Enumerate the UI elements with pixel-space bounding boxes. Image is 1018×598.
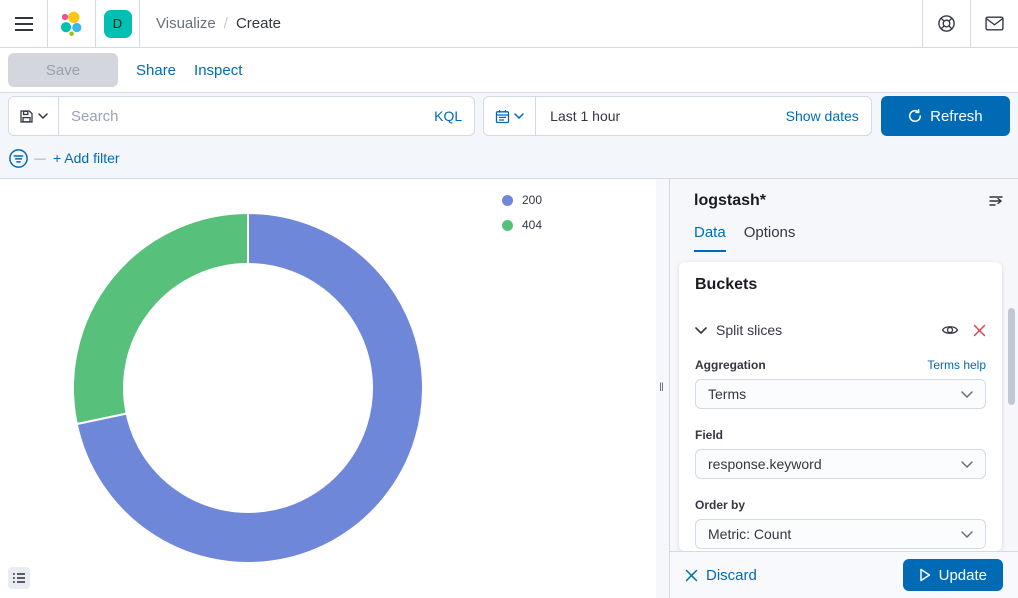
aggregation-group: Aggregation Terms help Terms <box>695 358 986 409</box>
chart-legend: 200 404 <box>502 193 542 243</box>
refresh-icon <box>908 109 922 123</box>
eye-icon <box>941 321 959 339</box>
editor-tabs: Data Options <box>694 224 1018 252</box>
list-icon <box>12 572 26 584</box>
update-label: Update <box>939 567 987 584</box>
buckets-title: Buckets <box>695 276 986 294</box>
donut-chart <box>0 179 656 598</box>
aggregation-select[interactable]: Terms <box>695 379 986 409</box>
index-pattern-title: logstash* <box>694 192 766 210</box>
breadcrumb-create: Create <box>236 15 281 32</box>
help-button[interactable] <box>922 0 970 47</box>
calendar-icon <box>495 109 510 124</box>
order-by-group: Order by Metric: Count <box>695 498 986 549</box>
filter-dash: — <box>34 151 46 165</box>
help-lifebuoy-icon <box>937 14 956 33</box>
query-row: KQL Last 1 hour Show dates <box>8 96 1010 136</box>
vis-editor-panel: logstash* Data Options Buckets <box>669 179 1018 598</box>
resize-handle-icon: ‖ <box>659 380 665 394</box>
filter-bar: — + Add filter <box>8 144 1010 172</box>
space-avatar: D <box>104 10 132 38</box>
search-input[interactable] <box>59 97 434 135</box>
refresh-label: Refresh <box>930 108 983 125</box>
collapse-panel-button[interactable] <box>988 193 1004 209</box>
tab-data[interactable]: Data <box>694 224 726 252</box>
main-content: 200 404 ‖ logstash* <box>0 179 1018 598</box>
show-dates-button[interactable]: Show dates <box>786 108 871 124</box>
menu-button[interactable] <box>0 0 48 47</box>
order-by-label: Order by <box>695 498 745 512</box>
quick-select-button[interactable] <box>484 97 536 135</box>
terms-help-link[interactable]: Terms help <box>927 358 986 372</box>
visualize-toolbar: Save Share Inspect <box>0 48 1018 93</box>
field-value: response.keyword <box>708 456 822 472</box>
order-by-select[interactable]: Metric: Count <box>695 519 986 549</box>
date-picker: Last 1 hour Show dates <box>483 96 872 136</box>
space-selector[interactable]: D <box>96 0 140 47</box>
close-icon <box>685 569 698 582</box>
discard-label: Discard <box>706 567 757 584</box>
tab-options[interactable]: Options <box>744 224 796 252</box>
time-range-value[interactable]: Last 1 hour <box>536 108 785 124</box>
save-button[interactable]: Save <box>8 53 118 87</box>
query-filter-strip: KQL Last 1 hour Show dates <box>0 93 1018 179</box>
chevron-down-icon <box>961 531 973 538</box>
breadcrumb-visualize[interactable]: Visualize <box>156 15 216 32</box>
split-slices-accordion[interactable]: Split slices <box>695 321 986 339</box>
legend-toggle-button[interactable] <box>8 567 30 589</box>
discard-button[interactable]: Discard <box>685 567 757 584</box>
newsfeed-button[interactable] <box>970 0 1018 47</box>
chart-area: 200 404 <box>0 179 656 598</box>
update-button[interactable]: Update <box>903 559 1003 591</box>
chevron-down-icon <box>695 327 707 334</box>
toggle-visibility-button[interactable] <box>941 321 959 339</box>
menu-right-icon <box>988 193 1004 209</box>
envelope-icon <box>985 16 1004 31</box>
hamburger-icon <box>14 16 34 32</box>
close-icon <box>973 324 986 337</box>
play-icon <box>919 568 931 582</box>
panel-header: logstash* <box>670 179 1018 210</box>
refresh-button[interactable]: Refresh <box>881 96 1010 136</box>
panel-footer: Discard Update <box>670 551 1018 598</box>
legend-dot-404 <box>502 220 513 231</box>
filter-icon[interactable] <box>8 148 29 169</box>
aggregation-value: Terms <box>708 386 746 402</box>
chevron-down-icon <box>38 113 48 119</box>
aggregation-label: Aggregation <box>695 358 766 372</box>
buckets-card: Buckets Split slices <box>679 262 1002 551</box>
save-query-icon <box>19 109 34 124</box>
elastic-logo[interactable] <box>48 0 96 47</box>
breadcrumb: Visualize / Create <box>140 0 922 47</box>
inspect-button[interactable]: Inspect <box>194 62 242 79</box>
split-slices-label: Split slices <box>716 322 927 338</box>
panel-resizer[interactable]: ‖ <box>656 179 669 598</box>
breadcrumb-separator: / <box>224 15 228 32</box>
chevron-down-icon <box>961 391 973 398</box>
saved-query-button[interactable] <box>9 97 59 135</box>
legend-item-404[interactable]: 404 <box>502 218 542 232</box>
share-button[interactable]: Share <box>136 62 176 79</box>
order-by-value: Metric: Count <box>708 526 791 542</box>
field-label: Field <box>695 428 723 442</box>
field-select[interactable]: response.keyword <box>695 449 986 479</box>
legend-item-200[interactable]: 200 <box>502 193 542 207</box>
elastic-logo-icon <box>59 11 85 37</box>
chevron-down-icon <box>961 461 973 468</box>
kql-language-toggle[interactable]: KQL <box>434 108 474 124</box>
search-box: KQL <box>8 96 475 136</box>
panel-scrollbar[interactable] <box>1008 308 1015 405</box>
chevron-down-icon <box>514 113 524 119</box>
legend-label-200: 200 <box>522 193 542 207</box>
legend-dot-200 <box>502 195 513 206</box>
field-group: Field response.keyword <box>695 428 986 479</box>
remove-bucket-button[interactable] <box>973 324 986 337</box>
legend-label-404: 404 <box>522 218 542 232</box>
app-header: D Visualize / Create <box>0 0 1018 48</box>
add-filter-button[interactable]: + Add filter <box>53 150 120 166</box>
donut-slice-404[interactable] <box>73 213 248 424</box>
